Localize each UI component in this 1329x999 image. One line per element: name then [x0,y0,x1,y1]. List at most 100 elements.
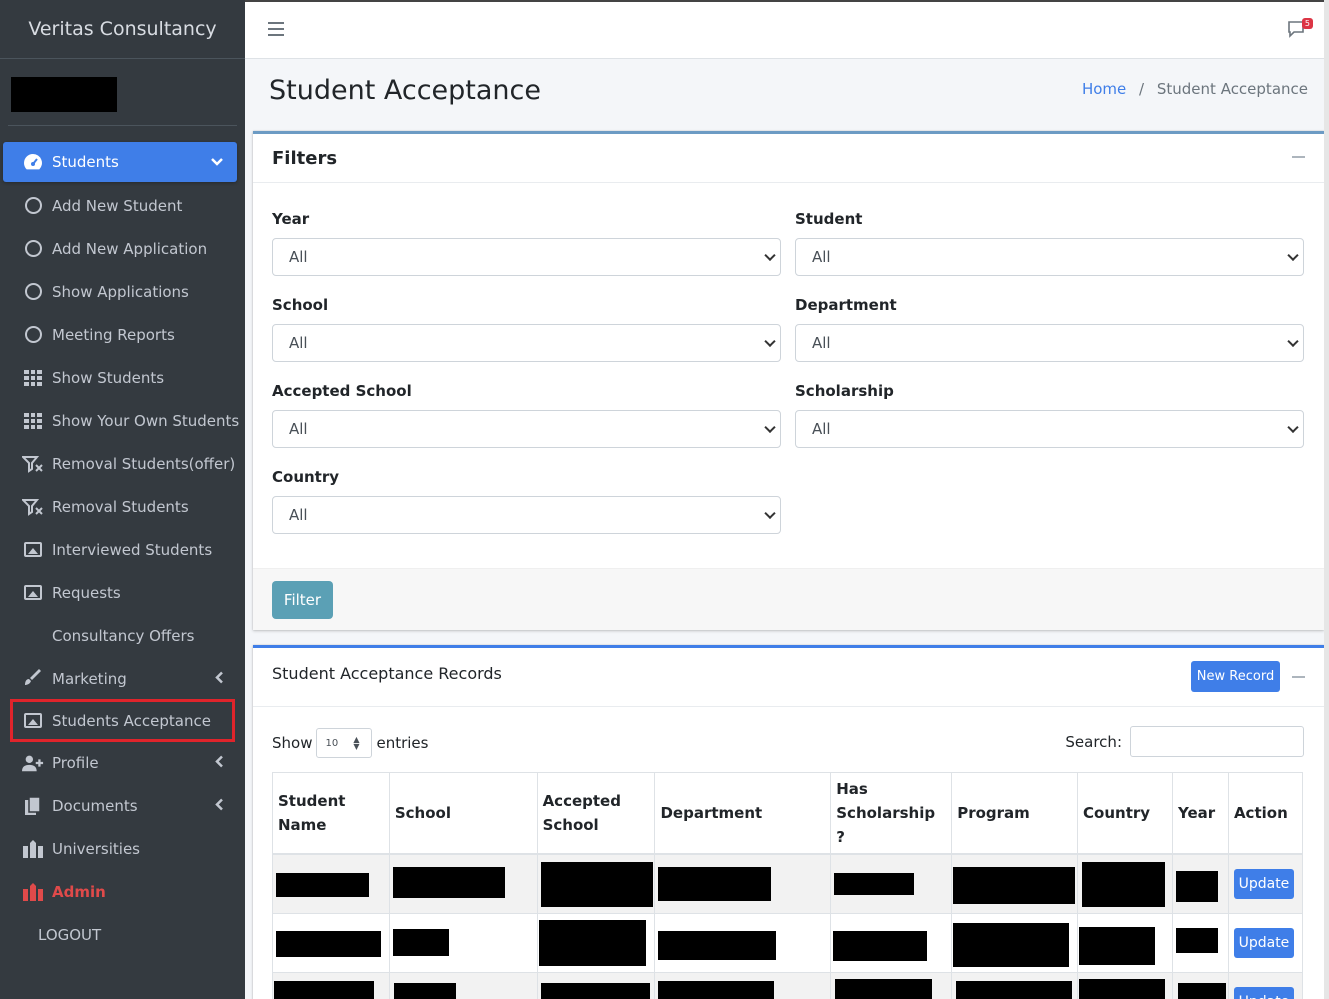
sidebar-item-label: Removal Students [52,497,189,516]
sidebar-item-label: Requests [52,583,121,602]
update-button[interactable]: Update [1233,986,1294,999]
country-label: Country [272,468,340,486]
sidebar-item-label: Admin [52,882,106,901]
redacted-value [834,873,915,895]
sidebar-item-label: Interviewed Students [52,540,213,559]
circle-icon [22,239,44,259]
sidebar-item-removal-students[interactable]: Removal Students [0,485,245,528]
year-select-value: All [289,248,308,266]
student-select-value: All [812,248,831,266]
breadcrumb-separator: / [1139,80,1145,98]
copy-icon [22,795,44,816]
table-cell [536,912,656,973]
sidebar-item-label: Add New Student [52,196,183,215]
image-icon [22,711,44,731]
search-label: Search: [1065,732,1122,751]
redacted-value [833,930,928,961]
sidebar-item-label: Meeting Reports [52,325,175,344]
hamburger-menu-icon[interactable] [268,22,284,40]
column-header-department[interactable]: Department [654,772,832,855]
sidebar-item-students-acceptance[interactable]: Students Acceptance [10,699,235,742]
column-header-year[interactable]: Year [1171,772,1229,855]
column-header-action[interactable]: Action [1227,772,1304,855]
new-record-button[interactable]: New Record [1191,661,1280,692]
grid-icon [22,411,44,431]
sidebar-item-add-new-application[interactable]: Add New Application [0,227,245,270]
records-table: Student Name School Accepted School Depa… [272,772,1304,999]
sidebar-item-marketing[interactable]: Marketing [0,657,245,700]
sidebar-nav: Students Add New Student Add New Applica… [0,126,245,956]
sidebar-item-admin[interactable]: Admin [0,870,245,913]
page-scrollbar[interactable] [1324,0,1329,999]
scholarship-select-value: All [812,420,831,438]
table-cell [951,971,1079,999]
chevron-left-icon [215,798,223,813]
page-title: Student Acceptance [269,75,542,106]
notification-icon[interactable]: 5 [1287,18,1313,38]
column-header-school[interactable]: School [388,772,538,855]
sidebar-item-interviewed-students[interactable]: Interviewed Students [0,528,245,571]
scholarship-select[interactable]: All [795,410,1304,448]
sidebar-item-students[interactable]: Students [3,142,237,182]
column-header-accepted-school[interactable]: Accepted School [536,772,656,855]
redacted-value [1175,871,1218,902]
accepted-school-label: Accepted School [272,382,412,400]
accepted-school-select[interactable]: All [272,410,781,448]
table-cell [1077,971,1173,999]
column-header-country[interactable]: Country [1077,772,1173,855]
redacted-value [658,867,772,901]
redacted-value [274,980,374,999]
student-select[interactable]: All [795,238,1304,276]
column-header-has-scholarship[interactable]: Has Scholarship ? [830,772,953,855]
search-input[interactable] [1130,726,1304,757]
sidebar-item-show-students[interactable]: Show Students [0,356,245,399]
redacted-user-name [11,77,117,112]
table-cell [536,853,656,914]
sidebar-item-label: Universities [52,839,141,858]
filter-button[interactable]: Filter [272,581,333,619]
records-card: Student Acceptance Records New Record Sh… [253,645,1324,999]
update-button[interactable]: Update [1233,927,1294,958]
sidebar-item-removal-students-offer[interactable]: Removal Students(offer) [0,442,245,485]
sidebar-item-requests[interactable]: Requests [0,571,245,614]
redacted-value [658,980,775,999]
sidebar-item-universities[interactable]: Universities [0,827,245,870]
table-cell [951,853,1079,914]
table-row: Update [272,853,1304,914]
chevron-down-icon [211,155,223,169]
school-select[interactable]: All [272,324,781,362]
entries-label: entries [376,734,429,752]
notification-badge: 5 [1301,18,1313,29]
table-cell [1171,853,1229,914]
sidebar-item-label: Documents [52,796,138,815]
chevron-down-icon [1287,249,1299,262]
table-cell [1077,853,1173,914]
sidebar-item-consultancy-offers[interactable]: Consultancy Offers [0,614,245,657]
redacted-value [276,873,369,897]
records-card-header: Student Acceptance Records New Record [253,648,1324,707]
sidebar-item-show-your-own-students[interactable]: Show Your Own Students [0,399,245,442]
top-navbar: 5 [245,0,1329,59]
sidebar-item-profile[interactable]: Profile [0,741,245,784]
column-header-program[interactable]: Program [951,772,1079,855]
department-select[interactable]: All [795,324,1304,362]
collapse-minus-icon[interactable] [1292,156,1305,158]
sidebar-item-logout[interactable]: LOGOUT [0,913,245,956]
update-button[interactable]: Update [1233,868,1294,899]
year-select[interactable]: All [272,238,781,276]
collapse-minus-icon[interactable] [1292,676,1305,678]
entries-select[interactable]: 10 ▲ ▼ [316,728,373,758]
redacted-value [953,922,1070,967]
table-cell [272,971,390,999]
breadcrumb-home-link[interactable]: Home [1082,80,1126,98]
dashboard-icon [22,152,44,172]
sidebar-item-add-new-student[interactable]: Add New Student [0,184,245,227]
sidebar-item-meeting-reports[interactable]: Meeting Reports [0,313,245,356]
column-header-student-name[interactable]: Student Name [272,772,390,855]
sidebar-item-show-applications[interactable]: Show Applications [0,270,245,313]
redacted-value [1079,978,1166,999]
country-select[interactable]: All [272,496,781,534]
sidebar-item-documents[interactable]: Documents [0,784,245,827]
department-select-value: All [812,334,831,352]
brand-title[interactable]: Veritas Consultancy [0,0,245,59]
